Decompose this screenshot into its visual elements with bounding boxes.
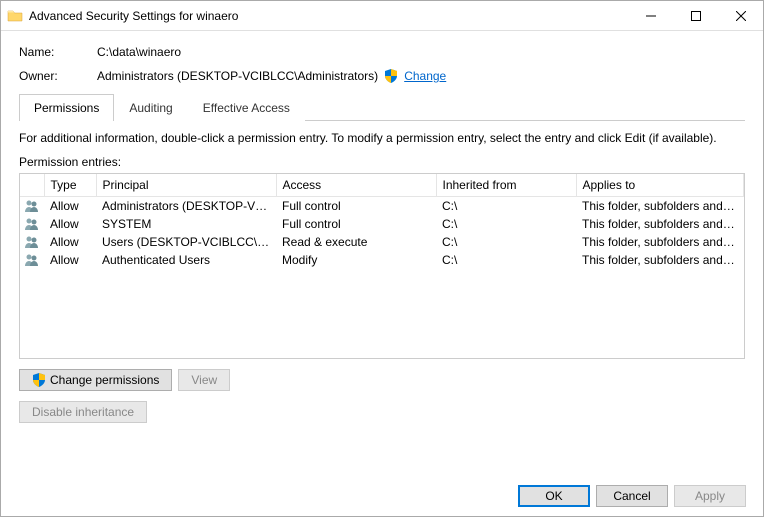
permission-table: Type Principal Access Inherited from App…	[19, 173, 745, 359]
shield-icon	[384, 69, 398, 83]
table-row[interactable]: AllowSYSTEMFull controlC:\This folder, s…	[20, 215, 744, 233]
col-icon[interactable]	[20, 174, 44, 197]
cell-access: Full control	[276, 197, 436, 216]
tab-effective-access[interactable]: Effective Access	[188, 94, 305, 121]
group-icon	[20, 215, 44, 233]
window-title: Advanced Security Settings for winaero	[29, 9, 628, 23]
cell-principal: SYSTEM	[96, 215, 276, 233]
cell-applies: This folder, subfolders and files	[576, 197, 744, 216]
cell-type: Allow	[44, 197, 96, 216]
table-header-row: Type Principal Access Inherited from App…	[20, 174, 744, 197]
cell-inherited: C:\	[436, 215, 576, 233]
name-value: C:\data\winaero	[97, 45, 181, 59]
minimize-button[interactable]	[628, 1, 673, 30]
owner-value: Administrators (DESKTOP-VCIBLCC\Administ…	[97, 69, 378, 83]
cell-access: Modify	[276, 251, 436, 269]
cell-applies: This folder, subfolders and files	[576, 233, 744, 251]
table-row[interactable]: AllowUsers (DESKTOP-VCIBLCC\Us...Read & …	[20, 233, 744, 251]
cell-type: Allow	[44, 215, 96, 233]
tab-auditing[interactable]: Auditing	[114, 94, 187, 121]
close-button[interactable]	[718, 1, 763, 30]
cell-access: Full control	[276, 215, 436, 233]
col-type[interactable]: Type	[44, 174, 96, 197]
change-permissions-label: Change permissions	[50, 373, 159, 387]
name-label: Name:	[19, 45, 97, 59]
maximize-button[interactable]	[673, 1, 718, 30]
col-access[interactable]: Access	[276, 174, 436, 197]
table-row[interactable]: AllowAdministrators (DESKTOP-VCI...Full …	[20, 197, 744, 216]
dialog-button-row: OK Cancel Apply	[518, 485, 746, 507]
cell-type: Allow	[44, 233, 96, 251]
group-icon	[20, 197, 44, 216]
change-permissions-button[interactable]: Change permissions	[19, 369, 172, 391]
table-row[interactable]: AllowAuthenticated UsersModifyC:\This fo…	[20, 251, 744, 269]
cell-access: Read & execute	[276, 233, 436, 251]
cell-type: Allow	[44, 251, 96, 269]
titlebar: Advanced Security Settings for winaero	[1, 1, 763, 31]
cell-inherited: C:\	[436, 197, 576, 216]
dialog-content: Name: C:\data\winaero Owner: Administrat…	[1, 31, 763, 431]
apply-button[interactable]: Apply	[674, 485, 746, 507]
info-text: For additional information, double-click…	[19, 131, 745, 145]
group-icon	[20, 251, 44, 269]
shield-icon	[32, 373, 46, 387]
disable-inheritance-button[interactable]: Disable inheritance	[19, 401, 147, 423]
cell-principal: Authenticated Users	[96, 251, 276, 269]
permission-entries-label: Permission entries:	[19, 155, 745, 169]
cell-principal: Users (DESKTOP-VCIBLCC\Us...	[96, 233, 276, 251]
col-inherited[interactable]: Inherited from	[436, 174, 576, 197]
cell-principal: Administrators (DESKTOP-VCI...	[96, 197, 276, 216]
tabstrip: Permissions Auditing Effective Access	[19, 93, 745, 121]
col-applies[interactable]: Applies to	[576, 174, 744, 197]
view-button[interactable]: View	[178, 369, 230, 391]
cancel-button[interactable]: Cancel	[596, 485, 668, 507]
group-icon	[20, 233, 44, 251]
folder-icon	[7, 8, 23, 24]
col-principal[interactable]: Principal	[96, 174, 276, 197]
owner-label: Owner:	[19, 69, 97, 83]
change-owner-link[interactable]: Change	[404, 69, 446, 83]
cell-inherited: C:\	[436, 233, 576, 251]
cell-inherited: C:\	[436, 251, 576, 269]
tab-permissions[interactable]: Permissions	[19, 94, 114, 121]
cell-applies: This folder, subfolders and files	[576, 251, 744, 269]
ok-button[interactable]: OK	[518, 485, 590, 507]
cell-applies: This folder, subfolders and files	[576, 215, 744, 233]
